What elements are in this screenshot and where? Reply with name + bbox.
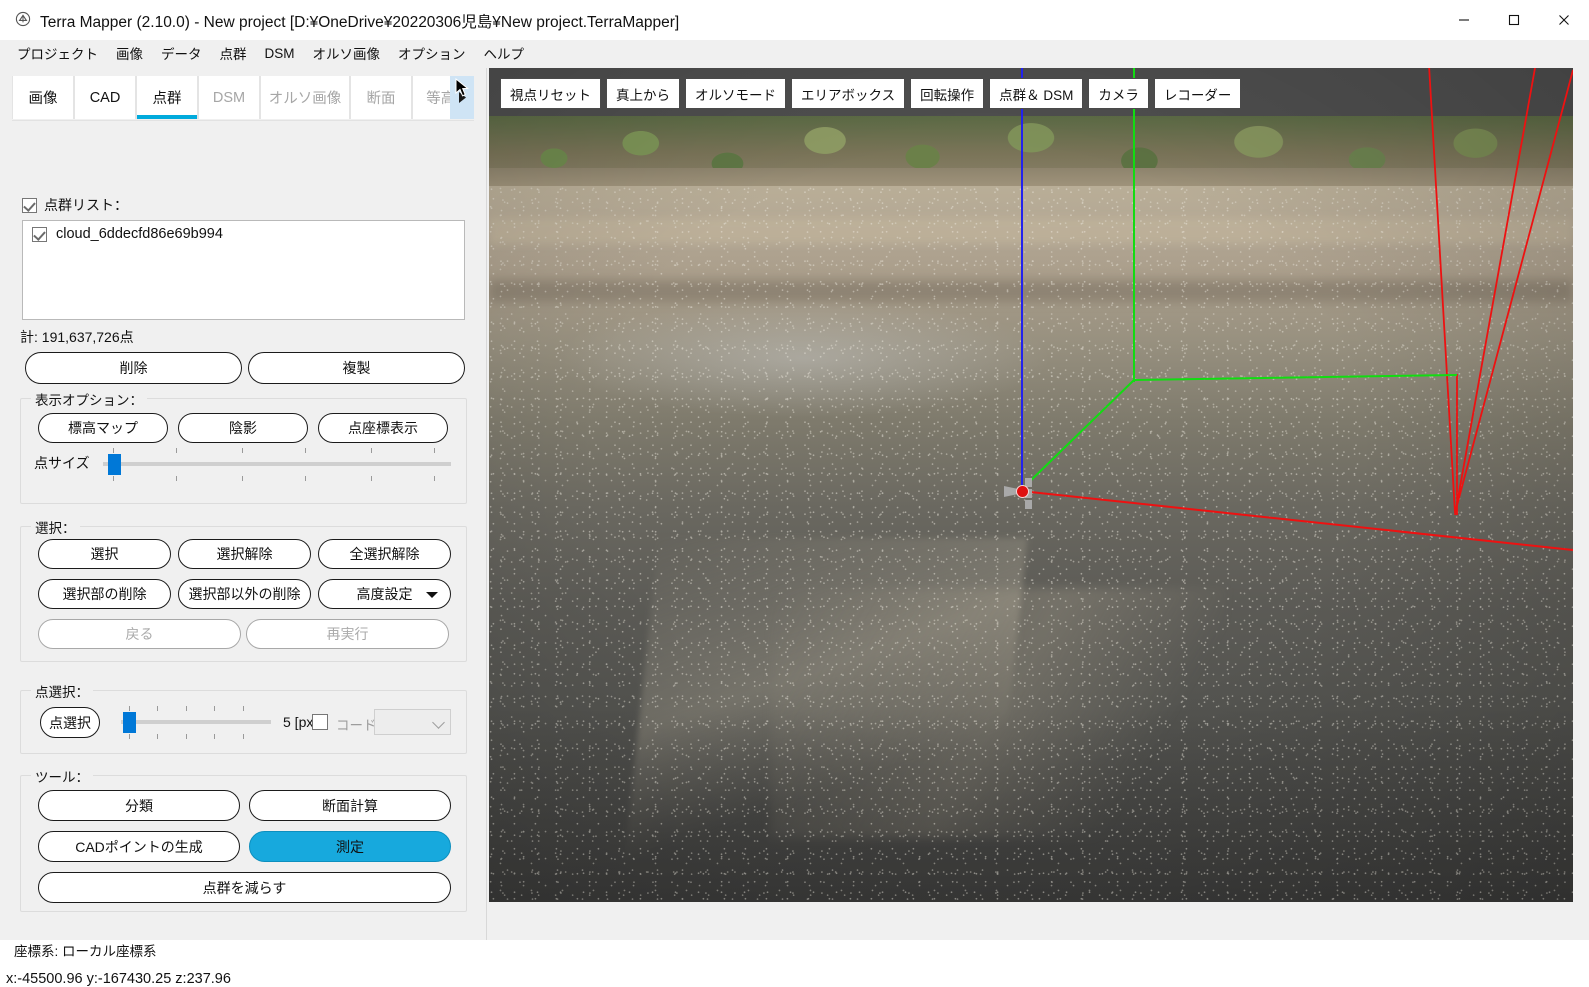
tools-group: ツール： 分類 断面計算 CADポイントの生成 測定 点群を減らす <box>20 775 467 912</box>
recorder-button[interactable]: レコーダー <box>1154 78 1242 109</box>
delete-button[interactable]: 削除 <box>25 352 242 384</box>
point-selection-group: 点選択： 点選択 5 [px] コード： <box>20 690 467 754</box>
selection-group: 選択： 選択 選択解除 全選択解除 選択部の削除 選択部以外の削除 高度設定 戻… <box>20 526 467 662</box>
title-bar: Terra Mapper (2.10.0) - New project [D:¥… <box>0 0 1589 40</box>
top-view-button[interactable]: 真上から <box>606 78 680 109</box>
deselect-button[interactable]: 選択解除 <box>178 539 311 569</box>
tab-cad[interactable]: CAD <box>74 76 136 119</box>
maximize-button[interactable] <box>1489 0 1539 40</box>
point-cloud-list-label: 点群リスト： <box>44 197 128 213</box>
point-select-slider-track <box>121 720 271 724</box>
menu-item-dsm[interactable]: DSM <box>256 43 304 64</box>
coordinate-system-label: 座標系: ローカル座標系 <box>14 940 157 960</box>
rotate-control-button[interactable]: 回転操作 <box>910 78 984 109</box>
point-select-slider-handle[interactable] <box>123 712 136 733</box>
app-logo-icon <box>14 11 32 29</box>
ortho-mode-button[interactable]: オルソモード <box>685 78 786 109</box>
point-size-slider-track <box>103 462 451 466</box>
duplicate-button[interactable]: 複製 <box>248 352 465 384</box>
shading-button[interactable]: 陰影 <box>178 413 308 443</box>
classify-button[interactable]: 分類 <box>38 790 240 821</box>
menu-item-image[interactable]: 画像 <box>107 40 152 66</box>
menu-item-options[interactable]: オプション <box>389 40 475 66</box>
chevron-down-icon <box>432 716 445 729</box>
3d-viewport[interactable] <box>489 68 1573 902</box>
area-box-green-top <box>1134 375 1457 380</box>
menu-item-project[interactable]: プロジェクト <box>8 40 107 66</box>
pointcloud-dsm-button[interactable]: 点群＆ DSM <box>989 78 1083 109</box>
cad-point-button[interactable]: CADポイントの生成 <box>38 831 240 862</box>
list-item-label: cloud_6ddecfd86e69b994 <box>56 226 223 242</box>
menu-item-pointcloud[interactable]: 点群 <box>211 40 256 66</box>
point-selection-title: 点選択： <box>31 681 93 701</box>
point-cloud-list-checkbox[interactable] <box>22 198 37 213</box>
point-total-label: 計: 191,637,726点 <box>20 327 134 347</box>
cursor-coordinates: x:-45500.96 y:-167430.25 z:237.96 <box>6 971 231 987</box>
slider-ticks-top <box>103 448 451 453</box>
deselect-all-button[interactable]: 全選択解除 <box>318 539 451 569</box>
point-coordinate-button[interactable]: 点座標表示 <box>318 413 448 443</box>
menu-bar: プロジェクト 画像 データ 点群 DSM オルソ画像 オプション ヘルプ <box>0 40 1589 66</box>
tools-title: ツール： <box>31 766 93 786</box>
delete-selected-button[interactable]: 選択部の削除 <box>38 579 171 609</box>
axis-x-line <box>1021 491 1573 550</box>
application-window: Terra Mapper (2.10.0) - New project [D:¥… <box>0 0 1589 940</box>
reset-view-button[interactable]: 視点リセット <box>500 78 601 109</box>
point-select-button[interactable]: 点選択 <box>40 707 100 738</box>
menu-item-data[interactable]: データ <box>152 40 211 66</box>
reduce-points-button[interactable]: 点群を減らす <box>38 872 451 903</box>
code-checkbox[interactable] <box>312 714 328 730</box>
point-size-slider[interactable] <box>103 449 451 479</box>
close-button[interactable] <box>1539 0 1589 40</box>
window-title: Terra Mapper (2.10.0) - New project [D:¥… <box>40 10 679 32</box>
point-select-size-slider[interactable] <box>121 707 271 737</box>
tab-section[interactable]: 断面 <box>350 76 412 119</box>
window-controls <box>1439 0 1589 40</box>
measurement-gizmo[interactable] <box>1004 472 1044 520</box>
select-button[interactable]: 選択 <box>38 539 171 569</box>
minimize-button[interactable] <box>1439 0 1489 40</box>
ptsel-ticks-bottom <box>121 734 271 739</box>
left-panel: 画像 CAD 点群 DSM オルソ画像 断面 等高線 点群リスト： cloud_… <box>0 68 487 940</box>
point-cloud-listbox[interactable]: cloud_6ddecfd86e69b994 <box>22 220 465 320</box>
section-calc-button[interactable]: 断面計算 <box>249 790 451 821</box>
code-checkbox-wrapper[interactable] <box>312 713 328 731</box>
point-cloud-list-header[interactable]: 点群リスト： <box>22 195 128 215</box>
viewport-toolbar: 視点リセット 真上から オルソモード エリアボックス 回転操作 点群＆ DSM … <box>500 78 1241 109</box>
height-setting-label: 高度設定 <box>357 584 413 604</box>
point-size-label: 点サイズ <box>34 453 90 473</box>
elevation-map-button[interactable]: 標高マップ <box>38 413 168 443</box>
height-setting-dropdown-button[interactable]: 高度設定 <box>318 579 451 609</box>
undo-button[interactable]: 戻る <box>38 619 241 649</box>
area-box-button[interactable]: エリアボックス <box>791 78 905 109</box>
tab-dsm[interactable]: DSM <box>198 76 260 119</box>
measurement-point-marker[interactable] <box>1016 485 1029 498</box>
list-item[interactable]: cloud_6ddecfd86e69b994 <box>23 221 464 247</box>
ptsel-ticks-top <box>121 706 271 711</box>
gizmo-box-3[interactable] <box>1025 500 1032 509</box>
display-options-title: 表示オプション： <box>31 389 147 409</box>
delete-unselected-button[interactable]: 選択部以外の削除 <box>178 579 311 609</box>
redo-button[interactable]: 再実行 <box>246 619 449 649</box>
mouse-cursor-icon <box>455 78 471 98</box>
measure-button[interactable]: 測定 <box>249 831 451 862</box>
point-size-slider-handle[interactable] <box>108 454 121 475</box>
code-select[interactable] <box>374 709 451 735</box>
tab-ortho[interactable]: オルソ画像 <box>260 76 350 119</box>
area-box-red-far <box>1455 68 1535 515</box>
menu-item-help[interactable]: ヘルプ <box>475 40 534 66</box>
chevron-down-icon <box>426 592 438 598</box>
slider-ticks-bottom <box>103 476 451 481</box>
area-box-red-edge-right <box>1429 68 1573 513</box>
camera-button[interactable]: カメラ <box>1088 78 1149 109</box>
tab-pointcloud[interactable]: 点群 <box>136 76 198 119</box>
list-item-checkbox[interactable] <box>32 227 47 242</box>
display-options-group: 表示オプション： 標高マップ 陰影 点座標表示 点サイズ <box>20 398 467 504</box>
tab-image[interactable]: 画像 <box>12 76 74 119</box>
menu-item-ortho[interactable]: オルソ画像 <box>304 40 390 66</box>
selection-title: 選択： <box>31 517 80 537</box>
tab-strip: 画像 CAD 点群 DSM オルソ画像 断面 等高線 <box>12 76 474 121</box>
